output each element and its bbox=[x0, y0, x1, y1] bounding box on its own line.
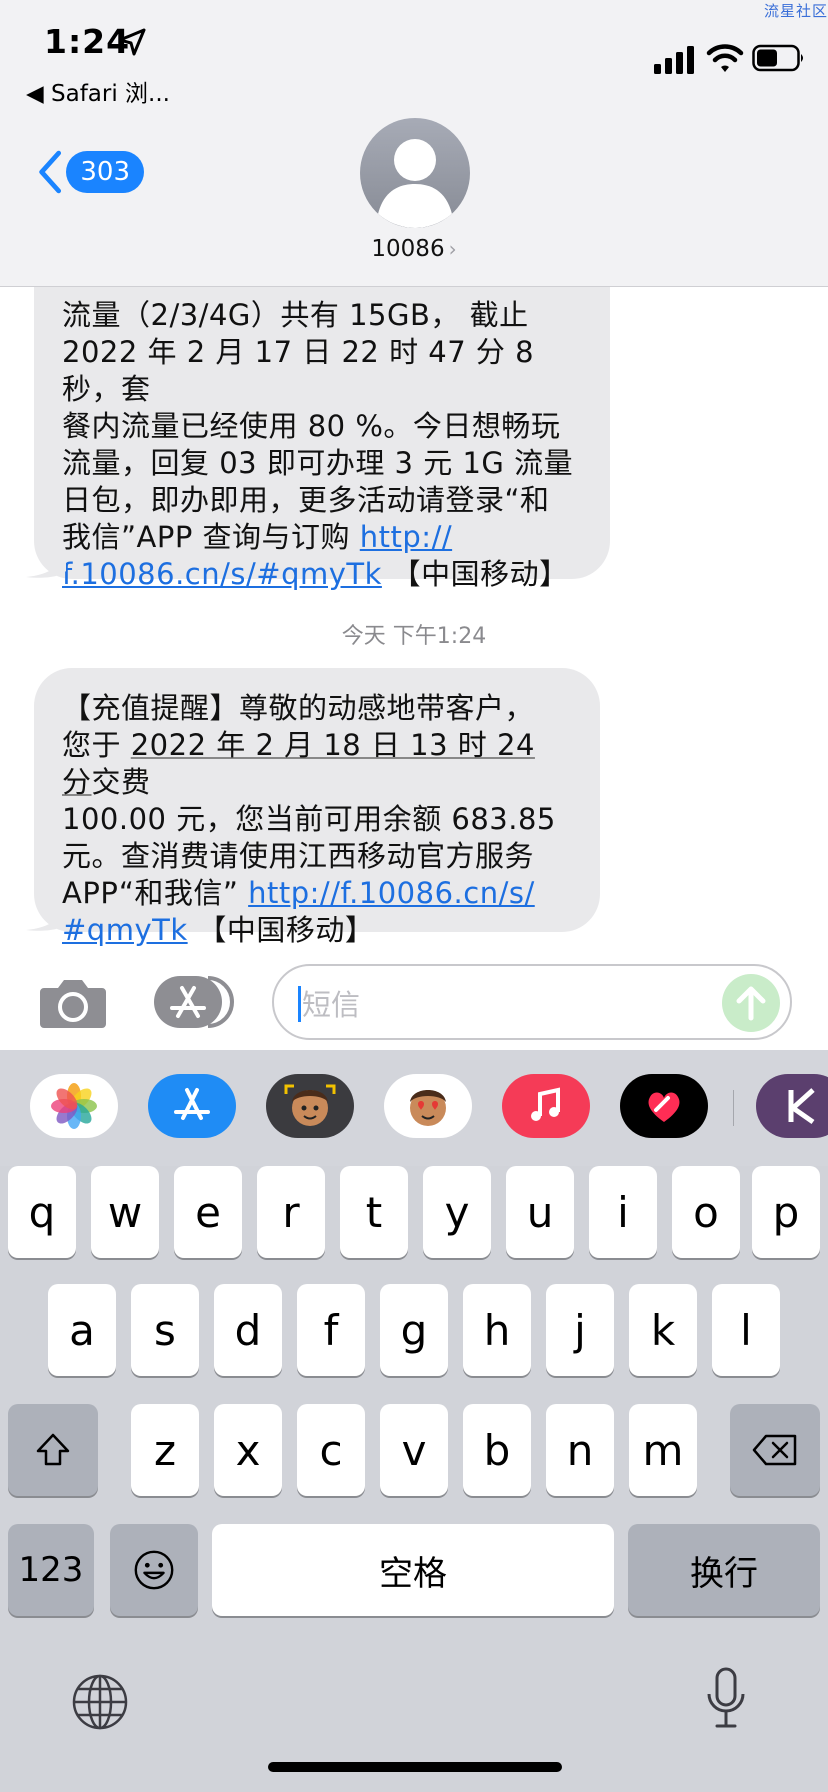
text-caret bbox=[298, 986, 301, 1022]
home-indicator[interactable] bbox=[268, 1762, 562, 1772]
message-line: 元。查消费请使用江西移动官方服务 bbox=[62, 839, 535, 873]
shift-key[interactable] bbox=[8, 1404, 98, 1496]
message-line: 2022 年 2 月 17 日 22 时 47 分 8 秒，套 bbox=[62, 335, 535, 406]
message-line: 流量，回复 03 即可办理 3 元 1G 流量 bbox=[62, 446, 574, 480]
memoji-icon[interactable] bbox=[266, 1074, 354, 1138]
key-s[interactable]: s bbox=[131, 1284, 199, 1376]
message-line: 餐内流量已经使用 80 %。今日想畅玩 bbox=[62, 409, 561, 443]
key-k[interactable]: k bbox=[629, 1284, 697, 1376]
key-w[interactable]: w bbox=[91, 1166, 159, 1258]
key-h[interactable]: h bbox=[463, 1284, 531, 1376]
send-button[interactable] bbox=[722, 974, 780, 1032]
key-j[interactable]: j bbox=[546, 1284, 614, 1376]
message-input[interactable]: 短信 bbox=[272, 964, 792, 1040]
key-f[interactable]: f bbox=[297, 1284, 365, 1376]
key-d[interactable]: d bbox=[214, 1284, 282, 1376]
message-link[interactable]: http:// bbox=[360, 520, 452, 554]
conversation-header: 1:24 ◀ Safari 浏... 303 10086 › bbox=[0, 0, 828, 287]
key-c[interactable]: c bbox=[297, 1404, 365, 1496]
key-e[interactable]: e bbox=[174, 1166, 242, 1258]
key-i[interactable]: i bbox=[589, 1166, 657, 1258]
message-link[interactable]: #qmyTk bbox=[62, 913, 188, 947]
message-suffix: 【中国移动】 bbox=[381, 557, 569, 591]
message-link[interactable]: f.10086.cn/s/#qmyTk bbox=[62, 557, 382, 591]
key-r[interactable]: r bbox=[257, 1166, 325, 1258]
bubble-tail bbox=[26, 549, 66, 578]
camera-button[interactable] bbox=[38, 974, 108, 1030]
location-arrow-icon bbox=[118, 28, 146, 56]
message-line: APP“和我信” bbox=[62, 876, 249, 910]
key-o[interactable]: o bbox=[672, 1166, 740, 1258]
key-b[interactable]: b bbox=[463, 1404, 531, 1496]
app-drawer-button[interactable] bbox=[152, 974, 236, 1030]
delete-key[interactable] bbox=[730, 1404, 820, 1496]
key-m[interactable]: m bbox=[629, 1404, 697, 1496]
space-key[interactable]: 空格 bbox=[212, 1524, 614, 1616]
message-line: 流量（2/3/4G）共有 15GB， 截止 bbox=[62, 298, 529, 332]
message-timestamp: 今天 下午1:24 bbox=[341, 624, 487, 649]
key-q[interactable]: q bbox=[8, 1166, 76, 1258]
arrow-up-icon bbox=[736, 986, 766, 1021]
key-v[interactable]: v bbox=[380, 1404, 448, 1496]
watermark: 流星社区 bbox=[763, 2, 828, 20]
key-u[interactable]: u bbox=[506, 1166, 574, 1258]
key-z[interactable]: z bbox=[131, 1404, 199, 1496]
key-n[interactable]: n bbox=[546, 1404, 614, 1496]
message-line: 交费 bbox=[91, 765, 151, 799]
message-line: 您于 bbox=[62, 728, 131, 762]
contact-name: 10086 bbox=[371, 236, 445, 262]
app-store-icon[interactable] bbox=[148, 1074, 236, 1138]
unread-count-badge: 303 bbox=[66, 151, 144, 193]
wifi-icon bbox=[706, 44, 744, 72]
message-line: 100.00 元，您当前可用余额 683.85 bbox=[62, 802, 556, 836]
message-line: 【充值提醒】尊敬的动感地带客户， bbox=[62, 691, 535, 725]
key-l[interactable]: l bbox=[712, 1284, 780, 1376]
keyboard: q w e r t y u i o p a s d f g h j k l z … bbox=[0, 1166, 828, 1792]
contact-avatar[interactable] bbox=[360, 118, 470, 228]
digital-touch-icon[interactable] bbox=[620, 1074, 708, 1138]
key-p[interactable]: p bbox=[752, 1166, 820, 1258]
person-silhouette-icon bbox=[378, 139, 452, 228]
microphone-icon[interactable] bbox=[704, 1666, 748, 1732]
chevron-right-icon: › bbox=[448, 237, 457, 261]
bubble-tail bbox=[26, 902, 66, 931]
photos-icon[interactable] bbox=[30, 1074, 118, 1138]
app-k-icon[interactable] bbox=[756, 1074, 828, 1138]
backspace-icon bbox=[752, 1434, 797, 1466]
message-line: 我信”APP 查询与订购 bbox=[62, 520, 360, 554]
message-bubble-2[interactable]: 【充值提醒】尊敬的动感地带客户， 您于 2022 年 2 月 18 日 13 时… bbox=[26, 668, 600, 947]
music-icon[interactable] bbox=[502, 1074, 590, 1138]
emoji-key[interactable] bbox=[110, 1524, 198, 1616]
key-y[interactable]: y bbox=[423, 1166, 491, 1258]
back-to-app-link[interactable]: ◀ Safari 浏... bbox=[26, 74, 170, 108]
message-input-placeholder: 短信 bbox=[302, 988, 361, 1022]
chevron-left-icon bbox=[39, 150, 62, 194]
key-t[interactable]: t bbox=[340, 1166, 408, 1258]
contact-name-button[interactable]: 10086 › bbox=[0, 236, 828, 262]
return-key[interactable]: 换行 bbox=[628, 1524, 820, 1616]
message-line: 日包，即办即用，更多活动请登录“和 bbox=[62, 483, 550, 517]
strip-divider bbox=[733, 1090, 734, 1126]
cellular-signal-icon bbox=[654, 46, 694, 74]
message-suffix: 【中国移动】 bbox=[187, 913, 375, 947]
message-link[interactable]: http://f.10086.cn/s/ bbox=[248, 876, 535, 910]
shift-icon bbox=[36, 1433, 70, 1466]
key-x[interactable]: x bbox=[214, 1404, 282, 1496]
key-g[interactable]: g bbox=[380, 1284, 448, 1376]
key-a[interactable]: a bbox=[48, 1284, 116, 1376]
emoji-icon bbox=[134, 1550, 174, 1590]
back-button[interactable]: 303 bbox=[36, 148, 144, 196]
battery-icon bbox=[752, 44, 803, 72]
imessage-app-strip bbox=[0, 1050, 828, 1166]
memoji-stickers-icon[interactable] bbox=[384, 1074, 472, 1138]
globe-icon[interactable] bbox=[70, 1672, 130, 1732]
numbers-key[interactable]: 123 bbox=[8, 1524, 94, 1616]
